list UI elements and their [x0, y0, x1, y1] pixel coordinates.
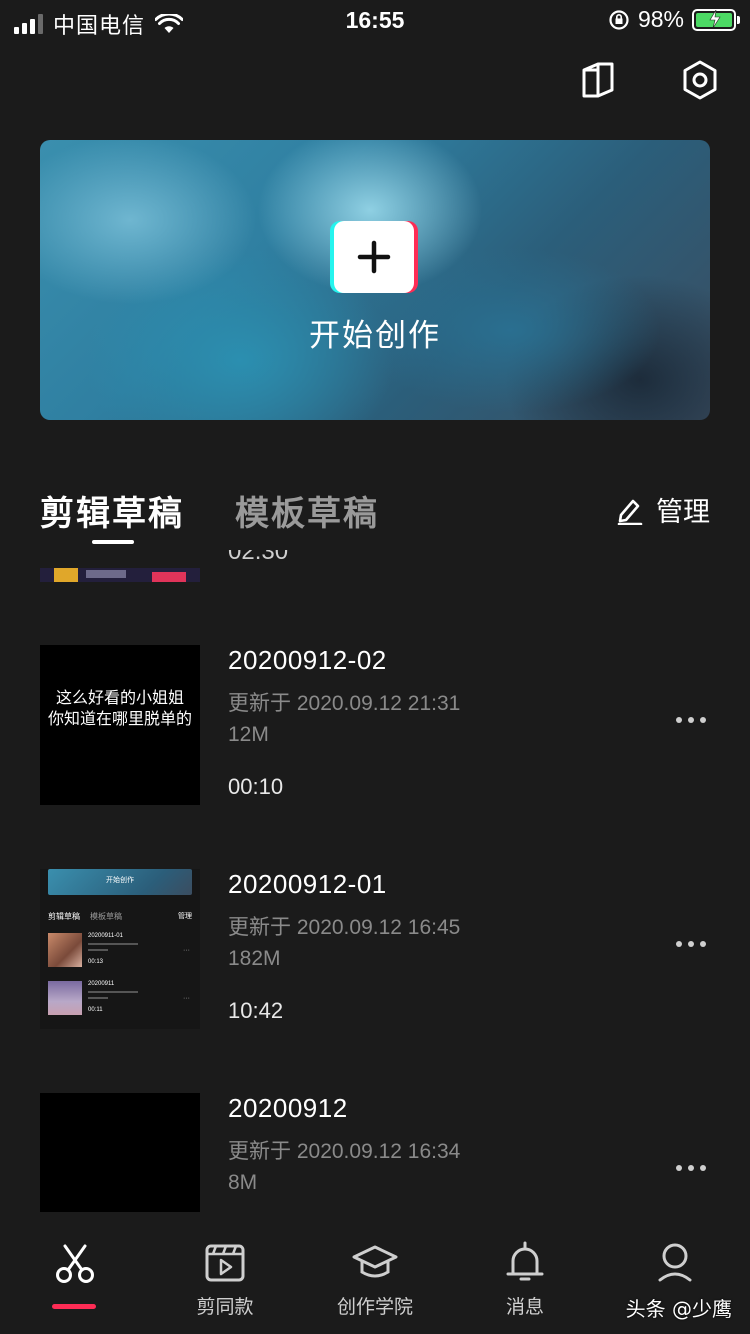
- battery-icon: [692, 8, 740, 31]
- status-right: 98%: [608, 6, 740, 33]
- draft-title: 20200912: [228, 1093, 348, 1123]
- nav-templates[interactable]: 剪同款: [150, 1240, 300, 1319]
- draft-tabs: 剪辑草稿 模板草稿 管理: [40, 486, 710, 546]
- nav-messages[interactable]: 消息: [450, 1240, 600, 1319]
- draft-thumbnail[interactable]: 开始创作 剪辑草稿 模板草稿 管理 20200911-01 00:13 ··· 2…: [40, 869, 200, 1029]
- nav-academy[interactable]: 创作学院: [300, 1240, 450, 1319]
- profile-icon: [658, 1243, 692, 1282]
- more-options-icon[interactable]: [676, 941, 706, 947]
- draft-item[interactable]: 20200912 更新于 2020.09.12 16:34 8M: [0, 1093, 750, 1212]
- nav-active-indicator: [52, 1304, 96, 1309]
- create-banner[interactable]: 开始创作: [40, 140, 710, 420]
- plus-icon: [357, 240, 391, 274]
- orientation-lock-icon: [609, 9, 629, 30]
- thumbnail-caption: 这么好看的小姐姐 你知道在哪里脱单的: [47, 688, 192, 728]
- edit-pencil-icon: [617, 499, 643, 525]
- mini-screenshot: 开始创作 剪辑草稿 模板草稿 管理 20200911-01 00:13 ··· 2…: [40, 869, 200, 1029]
- manage-label: 管理: [656, 497, 710, 528]
- draft-thumbnail[interactable]: [40, 1093, 200, 1212]
- draft-duration-partial: 02:30: [228, 550, 289, 565]
- draft-thumbnail-partial[interactable]: [40, 568, 200, 582]
- header-actions: [578, 58, 720, 102]
- bell-icon: [506, 1241, 544, 1281]
- draft-thumbnail[interactable]: 这么好看的小姐姐 你知道在哪里脱单的: [40, 645, 200, 805]
- draft-title: 20200912-02: [228, 645, 387, 675]
- draft-updated: 更新于 2020.09.12 16:45: [228, 916, 461, 939]
- battery-percent: 98%: [637, 6, 684, 32]
- manage-button[interactable]: 管理: [616, 490, 710, 529]
- create-label: 开始创作: [309, 318, 441, 354]
- status-bar: 中国电信 16:55 98%: [0, 0, 750, 42]
- draft-list[interactable]: 02:30 这么好看的小姐姐 你知道在哪里脱单的 20200912-02 更新于…: [0, 548, 750, 1212]
- tab-active-indicator: [92, 540, 134, 544]
- draft-updated: 更新于 2020.09.12 21:31: [228, 692, 461, 715]
- scissors-icon: [56, 1244, 94, 1283]
- create-plus-button[interactable]: [334, 221, 414, 293]
- nav-label: 剪同款: [196, 1296, 254, 1318]
- draft-size: 182M: [228, 947, 281, 970]
- settings-hexagon-icon[interactable]: [680, 58, 720, 102]
- template-clapper-icon: [205, 1244, 245, 1282]
- draft-title: 20200912-01: [228, 869, 387, 899]
- watermark: 头条 @少鹰: [625, 1297, 732, 1321]
- more-options-icon[interactable]: [676, 717, 706, 723]
- nav-label: 创作学院: [336, 1296, 413, 1318]
- draft-updated: 更新于 2020.09.12 16:34: [228, 1140, 461, 1163]
- draft-item[interactable]: 这么好看的小姐姐 你知道在哪里脱单的 20200912-02 更新于 2020.…: [0, 645, 750, 815]
- draft-size: 8M: [228, 1171, 258, 1194]
- draft-duration: 00:10: [228, 774, 284, 799]
- draft-duration: 10:42: [228, 998, 284, 1023]
- graduation-cap-icon: [352, 1245, 398, 1278]
- nav-edit[interactable]: [0, 1240, 150, 1292]
- draft-item[interactable]: 开始创作 剪辑草稿 模板草稿 管理 20200911-01 00:13 ··· 2…: [0, 869, 750, 1039]
- more-options-icon[interactable]: [676, 1165, 706, 1171]
- tutorial-book-icon[interactable]: [578, 58, 618, 102]
- draft-size: 12M: [228, 723, 269, 746]
- nav-label: 消息: [505, 1296, 544, 1318]
- tab-edit-drafts[interactable]: 剪辑草稿: [40, 486, 184, 535]
- tab-template-drafts[interactable]: 模板草稿: [235, 486, 379, 535]
